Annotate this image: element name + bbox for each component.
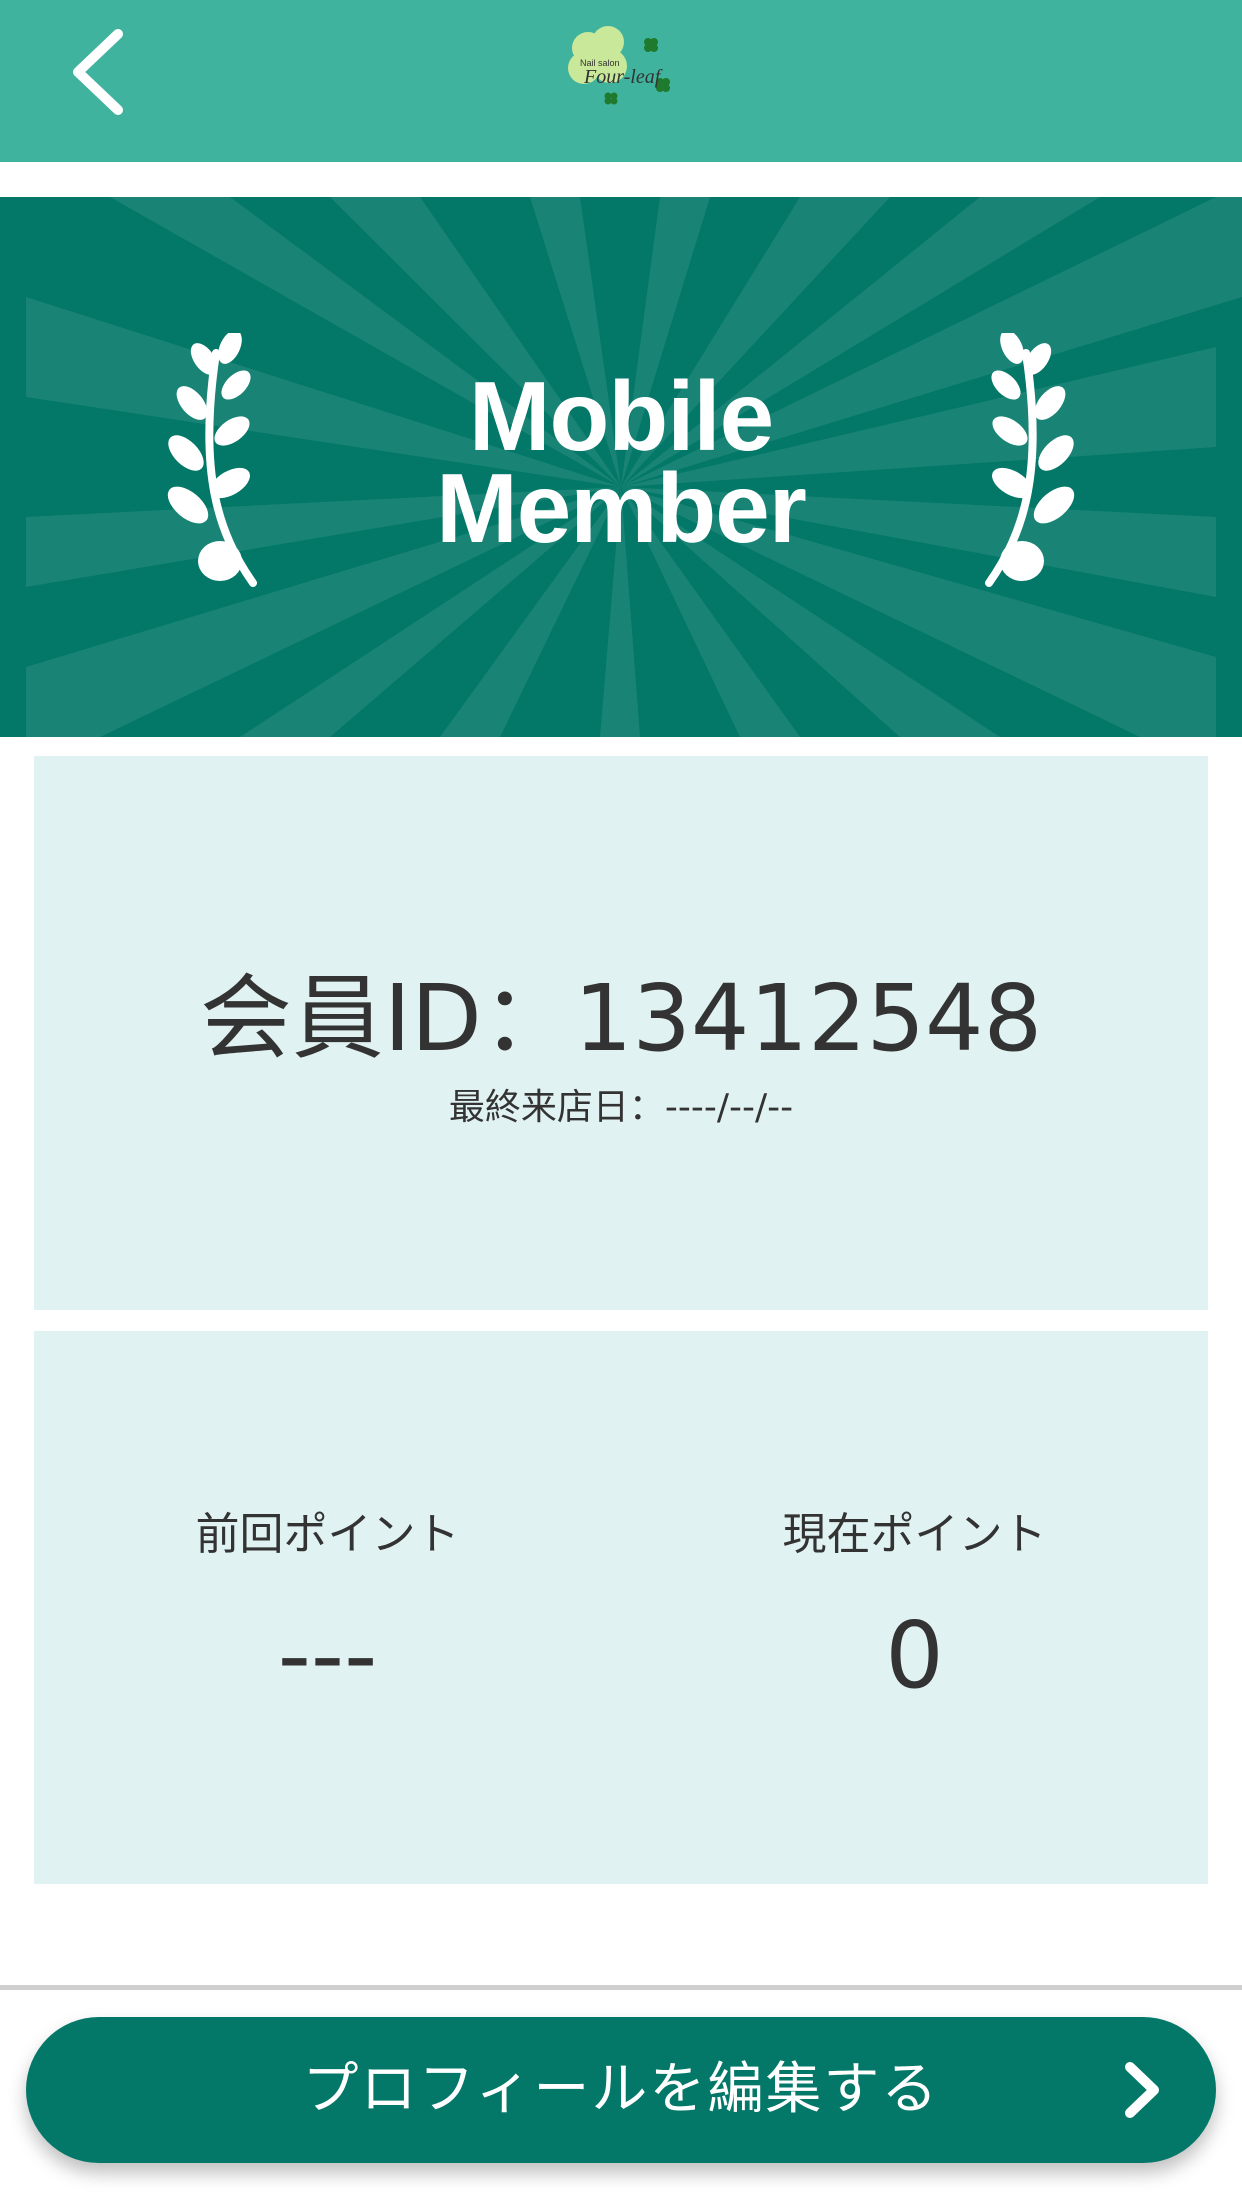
banner-title-line1: Mobile [468, 361, 774, 471]
previous-points: 前回ポイント --- [34, 1331, 621, 1884]
edit-profile-label: プロフィールを編集する [302, 2057, 940, 2122]
current-points-value: 0 [885, 1602, 944, 1709]
salon-logo: Nail salon Four-leaf [560, 26, 690, 112]
previous-points-label: 前回ポイント [195, 1509, 460, 1560]
last-visit: 最終来店日：----/--/-- [34, 1086, 1208, 1130]
app-header: Nail salon Four-leaf [0, 0, 1242, 162]
current-points: 現在ポイント 0 [621, 1331, 1208, 1884]
chevron-right-icon [1125, 2062, 1159, 2118]
back-button[interactable] [56, 24, 146, 120]
last-visit-label: 最終来店日： [448, 1087, 665, 1128]
edit-profile-button[interactable]: プロフィールを編集する [26, 2017, 1216, 2163]
member-id-value: 13412548 [573, 965, 1043, 1072]
banner-title-line2: Member [436, 453, 807, 563]
footer-divider [0, 1985, 1242, 1990]
chevron-left-icon [73, 29, 123, 115]
last-visit-value: ----/--/-- [664, 1087, 794, 1128]
points-card: 前回ポイント --- 現在ポイント 0 [34, 1331, 1208, 1884]
member-id: 会員ID：13412548 [34, 964, 1208, 1074]
current-points-label: 現在ポイント [782, 1509, 1047, 1560]
member-id-label: 会員ID： [199, 965, 574, 1072]
banner-title: Mobile Member [0, 361, 1242, 563]
member-info-card: 会員ID：13412548 最終来店日：----/--/-- [34, 756, 1208, 1310]
previous-points-value: --- [277, 1602, 378, 1709]
logo-title: Four-leaf [584, 66, 661, 88]
